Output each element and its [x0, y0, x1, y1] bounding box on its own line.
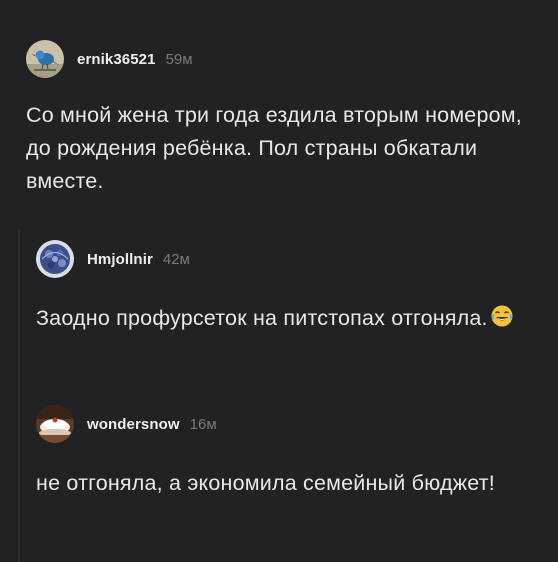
bird-avatar-icon	[26, 40, 64, 78]
comment-text: не отгоняла, а экономила семейный бюджет…	[36, 471, 495, 495]
comment-time: 42м	[162, 250, 190, 268]
comment: wondersnow 16м не отгоняла, а экономила …	[36, 403, 546, 500]
cake-avatar-icon	[36, 405, 74, 443]
blue-pattern-avatar-icon	[36, 240, 74, 278]
comment-header: wondersnow 16м	[36, 403, 546, 445]
comment-header: ernik36521 59м	[26, 38, 546, 80]
thread-line	[18, 230, 20, 562]
comment-text: Заодно профурсеток на питстопах отгоняла…	[36, 306, 488, 330]
username[interactable]: Hmjollnir	[87, 251, 153, 268]
comment: Hmjollnir 42м Заодно профурсеток на питс…	[36, 238, 546, 338]
comment: ernik36521 59м Со мной жена три года езд…	[26, 38, 546, 198]
username[interactable]: wondersnow	[87, 416, 180, 433]
comment-header: Hmjollnir 42м	[36, 238, 546, 280]
username[interactable]: ernik36521	[77, 51, 156, 68]
comment-text-block: Заодно профурсеток на питстопах отгоняла…	[36, 302, 546, 338]
avatar[interactable]	[26, 40, 64, 78]
avatar[interactable]	[36, 240, 74, 278]
avatar[interactable]	[36, 405, 74, 443]
comment-time: 16м	[189, 415, 217, 433]
comment-time: 59м	[165, 50, 193, 68]
comment-text: Со мной жена три года ездила вторым номе…	[26, 103, 522, 193]
face-with-tears-of-joy-icon	[490, 304, 514, 338]
